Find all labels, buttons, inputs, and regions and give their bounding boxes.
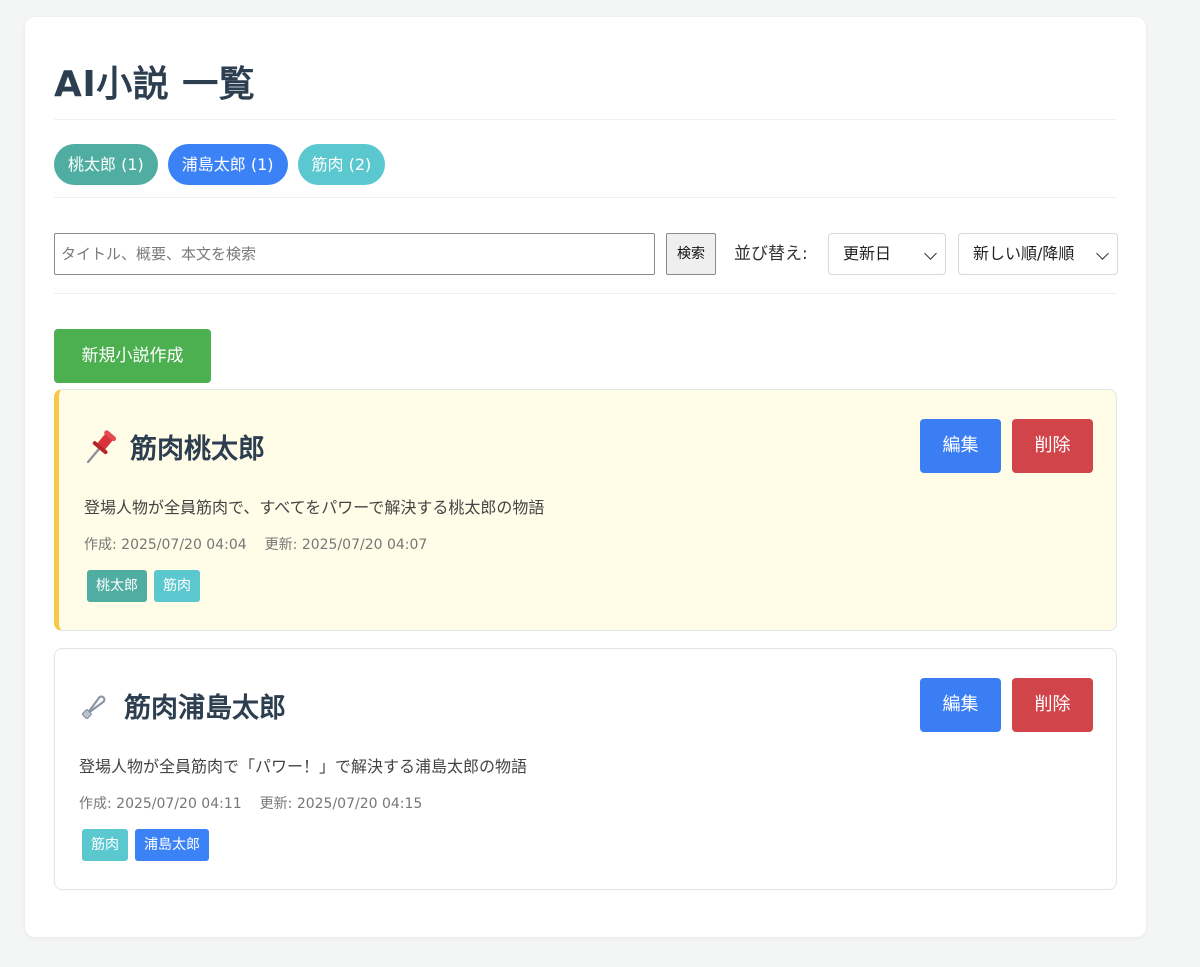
created-date: 作成: 2025/07/20 04:11	[79, 796, 242, 812]
edit-button[interactable]: 編集	[920, 678, 1001, 732]
search-button[interactable]: 検索	[666, 233, 716, 275]
tag-chip-urashima[interactable]: 浦島太郎	[135, 829, 209, 861]
novel-tags: 筋肉 浦島太郎	[82, 829, 209, 861]
tag-chip-kinniku[interactable]: 筋肉	[82, 829, 128, 861]
delete-button[interactable]: 削除	[1012, 678, 1093, 732]
novel-title-row: 筋肉桃太郎	[84, 427, 265, 466]
updated-date: 更新: 2025/07/20 04:15	[259, 796, 423, 812]
tag-filter-bar: 桃太郎 (1) 浦島太郎 (1) 筋肉 (2)	[54, 144, 386, 185]
updated-date: 更新: 2025/07/20 04:07	[264, 537, 428, 553]
tag-filter-kinniku[interactable]: 筋肉 (2)	[297, 144, 386, 185]
novel-card[interactable]: 筋肉浦島太郎 編集 削除 登場人物が全員筋肉で「パワー！」で解決する浦島太郎の物…	[54, 648, 1117, 890]
tag-chip-momotaro[interactable]: 桃太郎	[87, 570, 147, 602]
chevron-down-icon	[1096, 247, 1109, 260]
novel-card[interactable]: 筋肉桃太郎 編集 削除 登場人物が全員筋肉で、すべてをパワーで解決する桃太郎の物…	[54, 389, 1117, 631]
sort-label: 並び替え:	[734, 244, 808, 264]
tag-filter-momotaro[interactable]: 桃太郎 (1)	[54, 144, 158, 185]
novel-tags: 桃太郎 筋肉	[87, 570, 200, 602]
novel-meta: 作成: 2025/07/20 04:04 更新: 2025/07/20 04:0…	[84, 534, 427, 554]
new-novel-button[interactable]: 新規小説作成	[54, 329, 211, 383]
safety-pin-icon[interactable]	[78, 688, 112, 724]
sort-order-select[interactable]: 新しい順/降順	[958, 233, 1118, 275]
header-divider	[54, 119, 1117, 120]
novel-title-row: 筋肉浦島太郎	[78, 686, 286, 725]
created-date: 作成: 2025/07/20 04:04	[84, 537, 247, 553]
delete-button[interactable]: 削除	[1012, 419, 1093, 473]
tag-chip-kinniku[interactable]: 筋肉	[154, 570, 200, 602]
page-title: AI小説 一覧	[54, 64, 256, 105]
tag-filter-urashima[interactable]: 浦島太郎 (1)	[167, 144, 288, 185]
novel-meta: 作成: 2025/07/20 04:11 更新: 2025/07/20 04:1…	[79, 793, 422, 813]
search-input[interactable]	[54, 233, 655, 275]
novel-summary: 登場人物が全員筋肉で「パワー！」で解決する浦島太郎の物語	[79, 757, 528, 776]
novel-list-panel: AI小説 一覧 桃太郎 (1) 浦島太郎 (1) 筋肉 (2) 検索 並び替え:…	[25, 17, 1146, 937]
novel-title[interactable]: 筋肉桃太郎	[130, 427, 265, 466]
chevron-down-icon	[924, 247, 937, 260]
novel-summary: 登場人物が全員筋肉で、すべてをパワーで解決する桃太郎の物語	[84, 498, 545, 517]
edit-button[interactable]: 編集	[920, 419, 1001, 473]
sort-order-value: 新しい順/降順	[973, 244, 1075, 263]
sort-field-select[interactable]: 更新日	[828, 233, 946, 275]
filter-divider	[54, 197, 1117, 198]
toolbar-divider	[54, 293, 1117, 294]
pushpin-icon[interactable]	[84, 429, 118, 465]
novel-title[interactable]: 筋肉浦島太郎	[124, 686, 286, 725]
sort-field-value: 更新日	[843, 244, 892, 263]
